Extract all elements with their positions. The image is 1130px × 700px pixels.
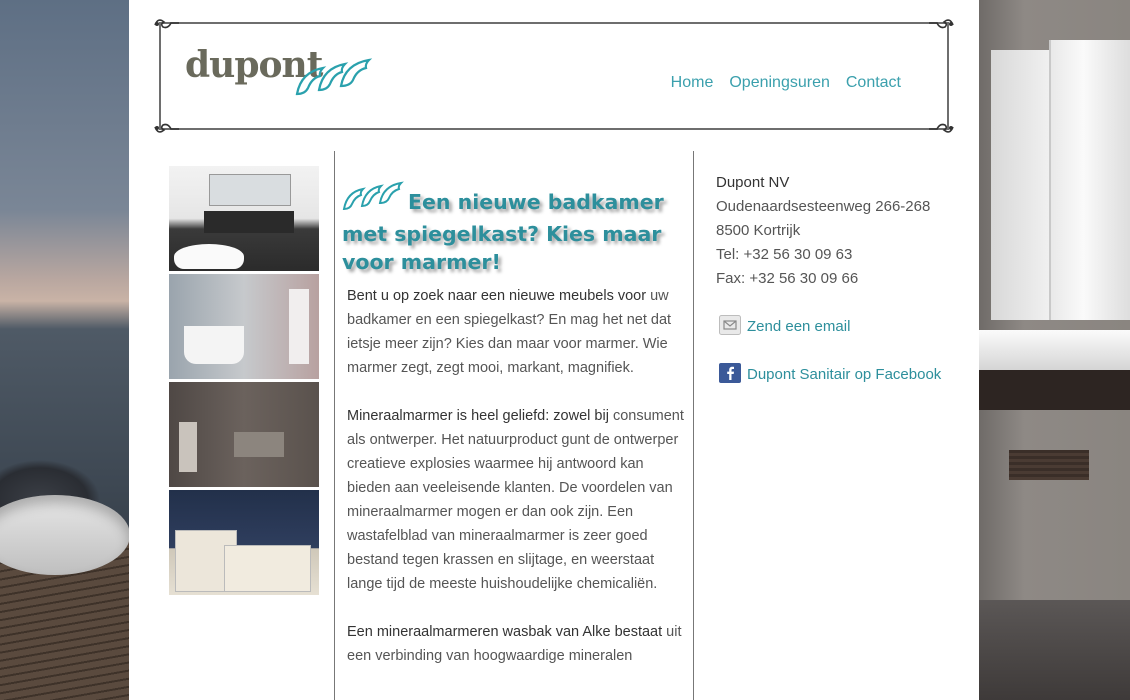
bathroom-thumbnail[interactable]	[169, 490, 319, 595]
envelope-icon	[719, 315, 741, 335]
nav-contact-link[interactable]: Contact	[846, 74, 901, 92]
bathroom-thumbnail[interactable]	[169, 274, 319, 379]
article-content: Een nieuwe badkamer met spiegelkast? Kie…	[342, 177, 685, 692]
ornament-corner-icon	[153, 16, 179, 30]
nav-home-link[interactable]: Home	[671, 74, 714, 92]
email-row: Zend een email	[716, 315, 956, 339]
page-container: dupont Home Openingsuren Contact Een nie…	[129, 0, 979, 700]
ornament-corner-icon	[153, 122, 179, 136]
nav-openingsuren-link[interactable]: Openingsuren	[729, 74, 830, 92]
company-street: Oudenaardsesteenweg 266-268	[716, 198, 931, 215]
background-vanity	[979, 370, 1130, 410]
background-left-scene	[0, 0, 130, 700]
company-name: Dupont NV	[716, 174, 790, 191]
ornament-corner-icon	[927, 122, 954, 136]
dolphins-icon	[342, 177, 406, 220]
facebook-row: Dupont Sanitair op Facebook	[716, 363, 956, 387]
bathroom-thumbnail[interactable]	[169, 166, 319, 271]
thumbnail-gallery	[169, 166, 319, 598]
company-city: 8500 Kortrijk	[716, 222, 801, 239]
article-paragraph: Mineraalmarmer is heel geliefd: zowel bi…	[347, 408, 684, 592]
column-divider	[693, 151, 694, 700]
background-right-scene	[979, 0, 1130, 700]
column-divider	[334, 151, 335, 700]
background-tall-cabinet	[1049, 40, 1130, 320]
bathroom-thumbnail[interactable]	[169, 382, 319, 487]
dolphins-logo-icon	[293, 54, 377, 104]
company-fax: Fax: +32 56 30 09 66	[716, 270, 859, 287]
background-cabinet	[991, 50, 1049, 320]
article-title: Een nieuwe badkamer met spiegelkast? Kie…	[342, 177, 685, 276]
facebook-link[interactable]: Dupont Sanitair op Facebook	[747, 366, 941, 383]
facebook-icon	[719, 363, 741, 383]
company-tel: Tel: +32 56 30 09 63	[716, 246, 853, 263]
background-floor	[979, 600, 1130, 700]
background-towels	[1009, 450, 1089, 480]
ornament-corner-icon	[927, 16, 954, 30]
article-paragraph: Bent u op zoek naar een nieuwe meubels v…	[347, 288, 672, 376]
article-paragraph: Een mineraalmarmeren wasbak van Alke bes…	[347, 624, 682, 664]
main-nav: Home Openingsuren Contact	[671, 74, 901, 92]
email-link[interactable]: Zend een email	[747, 318, 850, 335]
background-sink	[979, 330, 1130, 370]
contact-sidebar: Dupont NV Oudenaardsesteenweg 266-268 85…	[716, 171, 956, 387]
